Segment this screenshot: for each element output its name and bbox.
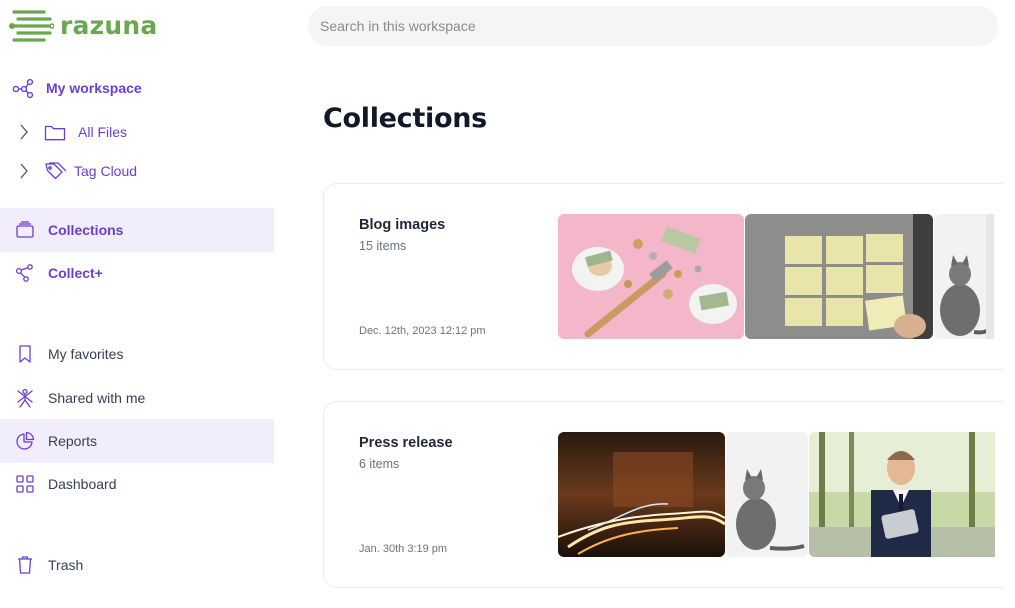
collections-icon — [14, 219, 36, 241]
collection-date: Dec. 12th, 2023 12:12 pm — [359, 325, 486, 337]
thumbnail-image[interactable] — [558, 432, 725, 557]
search-bar[interactable] — [308, 6, 998, 46]
thumbnail-image[interactable] — [745, 214, 933, 339]
chevron-right-icon[interactable] — [16, 163, 32, 179]
search-input[interactable] — [320, 18, 998, 34]
collection-date: Jan. 30th 3:19 pm — [359, 543, 448, 555]
sidebar-item-label: My workspace — [46, 80, 142, 96]
collection-thumbnails — [558, 214, 994, 339]
sidebar-item-label: Collections — [48, 222, 124, 238]
trash-icon — [14, 554, 36, 576]
grid-icon — [14, 473, 36, 495]
sidebar-item-label: Collect+ — [48, 265, 103, 281]
thumbnail-image[interactable] — [809, 432, 995, 557]
sidebar-item-collections[interactable]: Collections — [0, 208, 274, 252]
collection-count: 15 items — [359, 239, 407, 253]
razuna-logo[interactable]: razuna — [8, 6, 157, 44]
sidebar-item-my-workspace[interactable]: My workspace — [0, 66, 274, 110]
sidebar-item-collect-plus[interactable]: Collect+ — [0, 251, 274, 295]
sidebar-item-my-favorites[interactable]: My favorites — [0, 332, 274, 376]
sidebar-item-shared-with-me[interactable]: Shared with me — [0, 376, 274, 420]
logo-mark-icon — [9, 10, 54, 42]
collection-thumbnails — [558, 432, 995, 557]
network-icon — [12, 77, 34, 99]
thumbnail-image[interactable] — [558, 214, 744, 339]
pie-chart-icon — [14, 430, 36, 452]
collection-card[interactable]: Blog images 15 items Dec. 12th, 2023 12:… — [323, 183, 1003, 370]
tags-icon — [44, 160, 66, 182]
page-title: Collections — [323, 103, 487, 134]
collection-count: 6 items — [359, 457, 400, 471]
thumbnail-image[interactable] — [934, 214, 994, 339]
sidebar-item-label: Shared with me — [48, 390, 146, 406]
sidebar-item-label: Dashboard — [48, 476, 117, 492]
folder-icon — [44, 121, 66, 143]
brand-name: razuna — [60, 10, 158, 40]
sidebar-item-dashboard[interactable]: Dashboard — [0, 462, 274, 506]
collection-name: Press release — [359, 435, 453, 451]
bookmark-icon — [14, 343, 36, 365]
share-nodes-icon — [14, 262, 36, 284]
sidebar-item-label: Reports — [48, 433, 98, 449]
collection-name: Blog images — [359, 217, 446, 233]
sidebar: razuna My workspace All Files Tag Cloud … — [0, 0, 274, 608]
thumbnail-image[interactable] — [726, 432, 808, 557]
collection-card[interactable]: Press release 6 items Jan. 30th 3:19 pm — [323, 401, 1003, 588]
sidebar-item-all-files[interactable]: All Files — [0, 110, 274, 154]
sidebar-item-label: My favorites — [48, 346, 124, 362]
sidebar-item-label: Tag Cloud — [74, 163, 138, 179]
sidebar-item-label: All Files — [78, 124, 128, 140]
person-share-icon — [14, 387, 36, 409]
sidebar-item-trash[interactable]: Trash — [0, 543, 274, 587]
chevron-right-icon[interactable] — [16, 124, 32, 140]
sidebar-item-tag-cloud[interactable]: Tag Cloud — [0, 149, 274, 193]
sidebar-item-reports[interactable]: Reports — [0, 419, 274, 463]
sidebar-item-label: Trash — [48, 557, 84, 573]
